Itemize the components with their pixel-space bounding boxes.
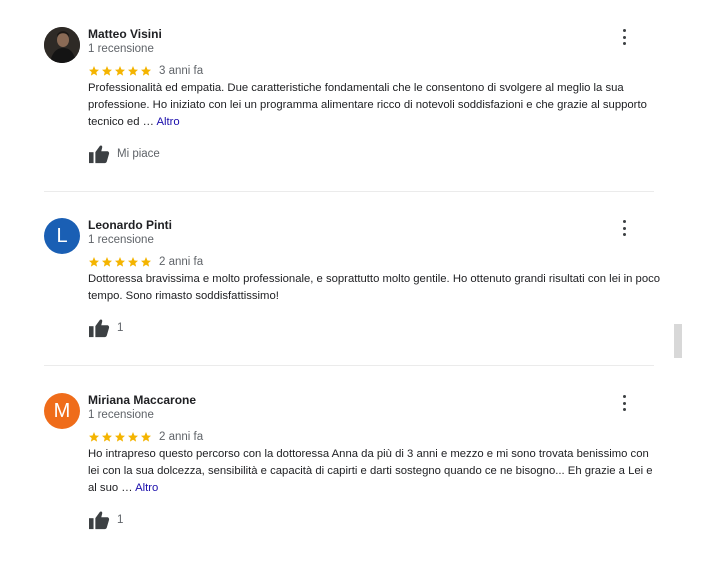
review-date: 3 anni fa bbox=[159, 65, 204, 77]
like-count: 1 bbox=[117, 514, 124, 526]
star-icon bbox=[102, 257, 112, 267]
more-link[interactable]: Altro bbox=[135, 482, 158, 494]
like-button[interactable]: Mi piace bbox=[88, 144, 160, 164]
star-icon bbox=[89, 257, 99, 267]
star-icon bbox=[115, 432, 125, 442]
review-count: 1 recensione bbox=[88, 234, 154, 246]
review-text: Ho intrapreso questo percorso con la dot… bbox=[88, 446, 663, 497]
scrollbar-thumb[interactable] bbox=[674, 324, 682, 358]
avatar[interactable]: L bbox=[44, 218, 80, 254]
avatar[interactable]: M bbox=[44, 393, 80, 429]
reviewer-name[interactable]: Miriana Maccarone bbox=[88, 393, 196, 407]
star-icon bbox=[128, 432, 138, 442]
review-count: 1 recensione bbox=[88, 43, 154, 55]
more-link[interactable]: Altro bbox=[156, 116, 179, 128]
review-text: Dottoressa bravissima e molto profession… bbox=[88, 271, 663, 305]
review-body: Dottoressa bravissima e molto profession… bbox=[88, 273, 661, 302]
review-text: Professionalità ed empatia. Due caratter… bbox=[88, 80, 663, 131]
divider bbox=[44, 365, 654, 366]
star-icon bbox=[102, 432, 112, 442]
divider bbox=[44, 191, 654, 192]
thumbs-up-icon bbox=[89, 319, 110, 338]
star-icon bbox=[115, 257, 125, 267]
thumbs-up-icon bbox=[89, 511, 110, 530]
star-icon bbox=[89, 432, 99, 442]
reviewer-name[interactable]: Matteo Visini bbox=[88, 27, 162, 41]
like-button[interactable]: 1 bbox=[88, 510, 123, 530]
like-button[interactable]: 1 bbox=[88, 318, 123, 338]
review-count: 1 recensione bbox=[88, 409, 154, 421]
star-icon bbox=[141, 257, 151, 267]
star-icon bbox=[115, 66, 125, 76]
like-count: 1 bbox=[117, 322, 124, 334]
star-rating bbox=[88, 256, 152, 268]
star-icon bbox=[128, 257, 138, 267]
review-date: 2 anni fa bbox=[159, 431, 204, 443]
star-icon bbox=[102, 66, 112, 76]
star-icon bbox=[141, 432, 151, 442]
rating-row: 2 anni fa bbox=[88, 430, 203, 444]
kebab-menu-icon[interactable] bbox=[620, 220, 628, 236]
star-icon bbox=[141, 66, 151, 76]
rating-row: 3 anni fa bbox=[88, 64, 203, 78]
thumbs-up-icon bbox=[89, 145, 110, 164]
star-rating bbox=[88, 65, 152, 77]
rating-row: 2 anni fa bbox=[88, 255, 203, 269]
review-body: Ho intrapreso questo percorso con la dot… bbox=[88, 448, 653, 494]
star-icon bbox=[128, 66, 138, 76]
avatar[interactable] bbox=[44, 27, 80, 63]
review-date: 2 anni fa bbox=[159, 256, 204, 268]
reviewer-name[interactable]: Leonardo Pinti bbox=[88, 218, 172, 232]
kebab-menu-icon[interactable] bbox=[620, 29, 628, 45]
star-rating bbox=[88, 431, 152, 443]
star-icon bbox=[89, 66, 99, 76]
profile-photo bbox=[44, 27, 80, 63]
like-label: Mi piace bbox=[117, 148, 160, 160]
kebab-menu-icon[interactable] bbox=[620, 395, 628, 411]
